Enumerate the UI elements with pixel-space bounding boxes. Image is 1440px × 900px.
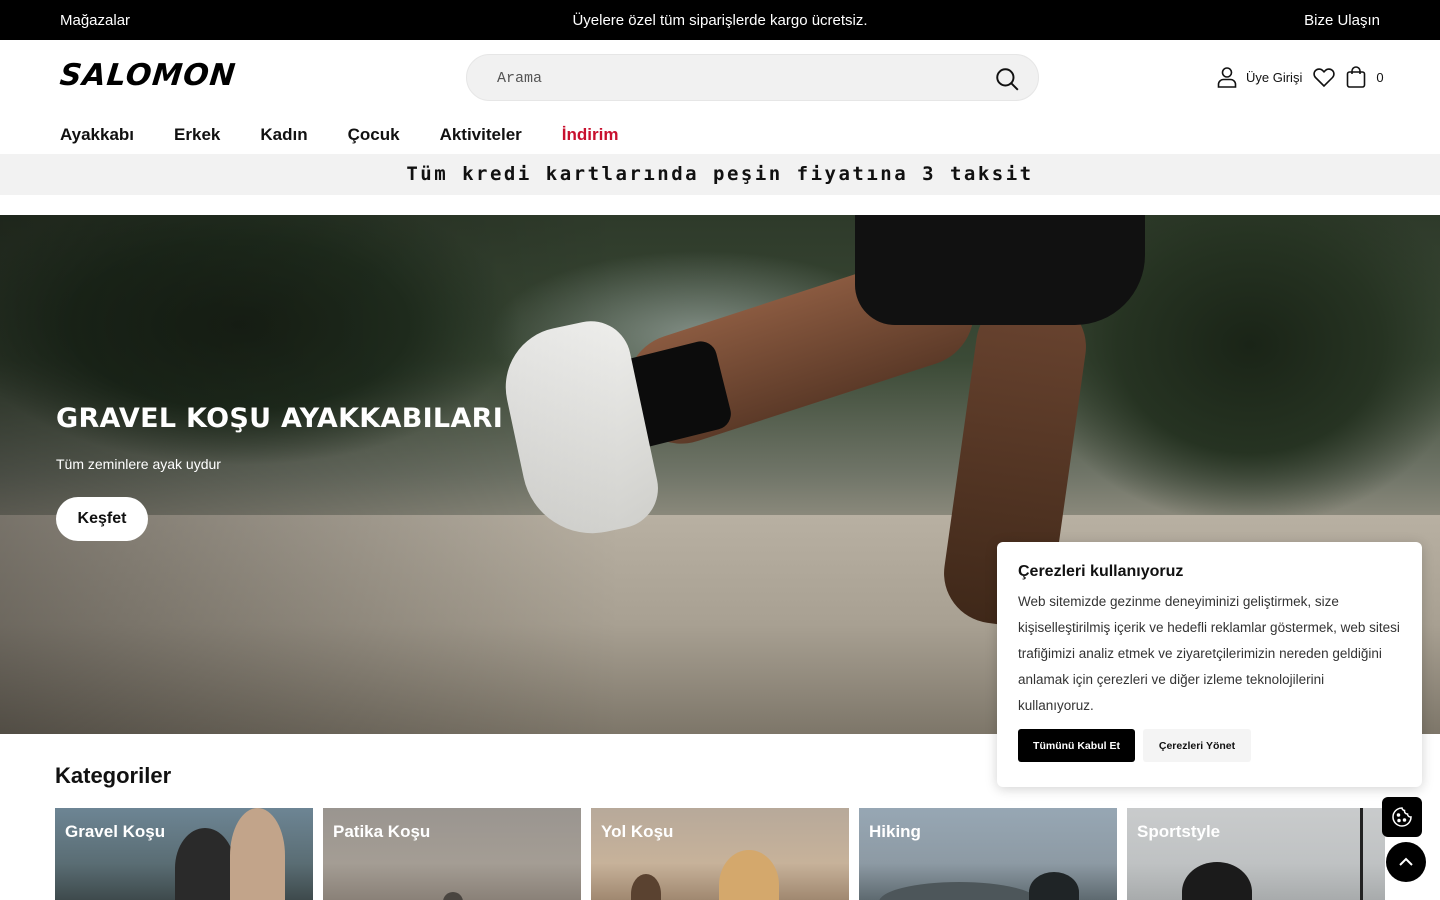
shopping-bag-icon[interactable] xyxy=(1344,65,1368,89)
manage-cookies-button[interactable]: Çerezleri Yönet xyxy=(1143,729,1251,762)
category-image xyxy=(1182,862,1252,900)
categories-heading: Kategoriler xyxy=(55,763,172,788)
category-image xyxy=(879,882,1039,900)
category-image xyxy=(443,892,463,900)
nav-item-sale[interactable]: İndirim xyxy=(562,125,619,145)
announcement-text: Üyelere özel tüm siparişlerde kargo ücre… xyxy=(572,12,868,29)
category-card-sportstyle[interactable]: Sportstyle xyxy=(1127,808,1385,900)
category-card-hiking[interactable]: Hiking xyxy=(859,808,1117,900)
nav-item-kids[interactable]: Çocuk xyxy=(348,125,400,145)
promo-text: Tüm kredi kartlarında peşin fiyatına 3 t… xyxy=(406,163,1034,185)
category-image xyxy=(230,808,285,900)
category-card-trail[interactable]: Patika Koşu xyxy=(323,808,581,900)
category-image-detail xyxy=(1360,808,1363,900)
category-card-road[interactable]: Yol Koşu xyxy=(591,808,849,900)
cookie-description: Web sitemizde gezinme deneyiminizi geliş… xyxy=(1018,594,1400,713)
search-input[interactable] xyxy=(497,67,967,89)
search-bar xyxy=(466,54,1039,101)
cart-count[interactable]: 0 xyxy=(1376,70,1383,85)
nav-item-shoes[interactable]: Ayakkabı xyxy=(60,125,134,145)
search-icon[interactable] xyxy=(994,66,1020,92)
category-image xyxy=(631,874,661,900)
category-image xyxy=(719,850,779,900)
accept-all-cookies-button[interactable]: Tümünü Kabul Et xyxy=(1018,729,1135,762)
brand-logo[interactable]: SALOMON xyxy=(58,58,238,93)
category-label: Yol Koşu xyxy=(601,822,674,841)
category-label: Gravel Koşu xyxy=(65,822,166,841)
main-nav: Ayakkabı Erkek Kadın Çocuk Aktiviteler İ… xyxy=(60,125,658,145)
nav-item-men[interactable]: Erkek xyxy=(174,125,220,145)
category-image xyxy=(1029,872,1079,900)
nav-item-activities[interactable]: Aktiviteler xyxy=(440,125,522,145)
cookie-settings-button[interactable] xyxy=(1382,797,1422,837)
category-card-gravel[interactable]: Gravel Koşu xyxy=(55,808,313,900)
user-icon[interactable] xyxy=(1215,65,1239,89)
scroll-to-top-button[interactable] xyxy=(1386,842,1426,882)
hero-subtitle: Tüm zeminlere ayak uydur xyxy=(56,456,221,472)
hero-title: GRAVEL KOŞU AYAKKABILARI xyxy=(56,403,504,434)
category-label: Sportstyle xyxy=(1137,822,1221,841)
cookie-consent-dialog: Çerezleri kullanıyoruz Web sitemizde gez… xyxy=(997,542,1422,787)
explore-button[interactable]: Keşfet xyxy=(56,497,148,541)
contact-link[interactable]: Bize Ulaşın xyxy=(1304,12,1380,29)
category-label: Patika Koşu xyxy=(333,822,431,841)
hero-runner-shorts xyxy=(855,215,1145,325)
heart-icon[interactable] xyxy=(1312,65,1336,89)
top-announcement-bar: Mağazalar Üyelere özel tüm siparişlerde … xyxy=(0,0,1440,40)
header-actions: Üye Girişi 0 xyxy=(1215,64,1384,90)
category-image xyxy=(175,828,235,900)
login-link[interactable]: Üye Girişi xyxy=(1246,70,1302,85)
hero-overlay xyxy=(0,215,620,734)
category-label: Hiking xyxy=(869,822,921,841)
stores-link[interactable]: Mağazalar xyxy=(60,12,130,29)
chevron-up-icon xyxy=(1399,857,1413,866)
cookie-title: Çerezleri kullanıyoruz xyxy=(1018,563,1184,580)
nav-item-women[interactable]: Kadın xyxy=(260,125,307,145)
promo-banner[interactable]: Tüm kredi kartlarında peşin fiyatına 3 t… xyxy=(0,154,1440,195)
cookie-icon xyxy=(1392,807,1412,827)
